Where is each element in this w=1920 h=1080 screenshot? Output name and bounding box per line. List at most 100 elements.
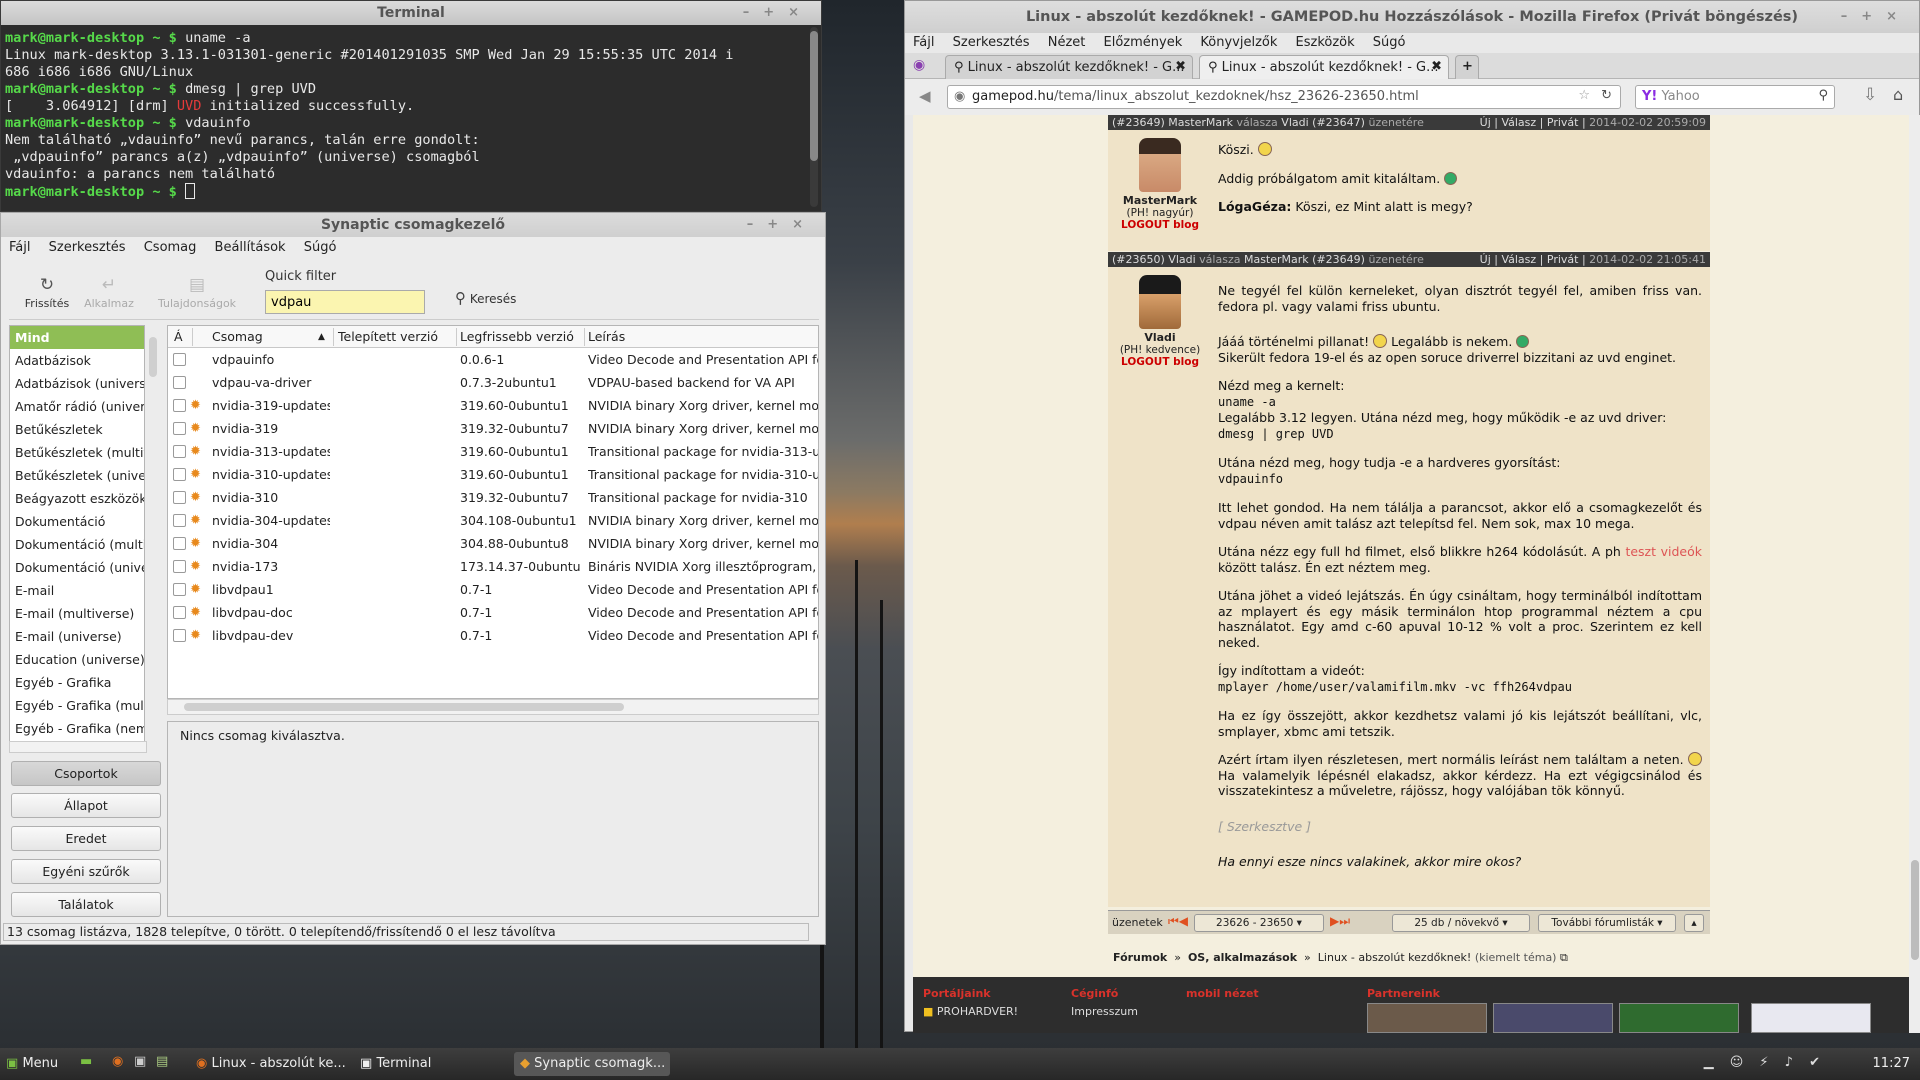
partner-banner[interactable] (1619, 1003, 1739, 1033)
partner-banner[interactable] (1751, 1003, 1871, 1033)
reply-link[interactable]: Válasz (1501, 116, 1536, 129)
category-hscrollbar[interactable] (9, 741, 147, 753)
system-tray[interactable]: ▁ ☺ ⚡ ♪ ✔ (1704, 1055, 1826, 1070)
category-item[interactable]: Adatbázisok (10, 349, 144, 372)
reload-button[interactable]: ↻ Frissítés (15, 275, 79, 310)
terminal-scrollbar[interactable] (810, 27, 818, 207)
menu-settings[interactable]: Beállítások (215, 240, 286, 255)
test-videos-link[interactable]: teszt videók (1625, 544, 1702, 559)
package-row[interactable]: ✹ libvdpau-doc 0.7-1 Video Decode and Prese… (168, 601, 818, 624)
menu-edit[interactable]: Szerkesztés (49, 240, 126, 255)
breadcrumb-os-apps[interactable]: OS, alkalmazások (1188, 951, 1297, 964)
search-button[interactable]: ⚲ Keresés (455, 289, 516, 307)
package-hscrollbar[interactable] (167, 699, 819, 715)
task-terminal[interactable]: ▣ Terminal (354, 1052, 504, 1076)
scroll-top-button[interactable]: ▴ (1684, 914, 1704, 932)
breadcrumb-forums[interactable]: Fórumok (1113, 951, 1167, 964)
custom-filters-button[interactable]: Egyéni szűrők (11, 859, 161, 884)
package-row[interactable]: ✹ libvdpau-dev 0.7-1 Video Decode and Prese… (168, 624, 818, 647)
col-latest[interactable]: Legfrissebb verzió (460, 329, 574, 344)
package-row[interactable]: ✹ nvidia-313-updates 319.60-0ubuntu1 Transi… (168, 440, 818, 463)
groups-button[interactable]: Csoportok (11, 761, 161, 786)
package-row[interactable]: vdpau-va-driver 0.7.3-2ubuntu1 VDPAU-based… (168, 371, 818, 394)
quick-filter-input[interactable] (265, 290, 425, 314)
category-item[interactable]: Egyéb - Grafika (nem szabad) (10, 717, 144, 740)
window-controls[interactable]: –+× (747, 213, 817, 237)
partner-banner[interactable] (1367, 1003, 1487, 1033)
clock[interactable]: 11:27 (1873, 1056, 1910, 1071)
per-page-select[interactable]: 25 db / növekvő ▾ (1392, 914, 1530, 932)
reply-link[interactable]: Válasz (1501, 253, 1536, 266)
files-launcher-icon[interactable]: ▤ (156, 1054, 168, 1069)
col-package[interactable]: Csomag (212, 329, 263, 344)
package-checkbox[interactable] (173, 422, 186, 435)
package-checkbox[interactable] (173, 491, 186, 504)
terminal-window[interactable]: Terminal –+× mark@mark-desktop ~ $ uname… (0, 0, 822, 212)
package-row[interactable]: ✹ nvidia-310-updates 319.60-0ubuntu1 Transi… (168, 463, 818, 486)
category-item[interactable]: Dokumentáció (10, 510, 144, 533)
firefox-launcher-icon[interactable]: ◉ (112, 1054, 123, 1069)
new-tab-button[interactable]: + (1455, 55, 1479, 79)
package-row[interactable]: ✹ nvidia-319 319.32-0ubuntu7 NVIDIA binary … (168, 417, 818, 440)
synaptic-window[interactable]: Synaptic csomagkezelő –+× Fájl Szerkeszt… (0, 212, 826, 945)
private-link[interactable]: Privát (1547, 253, 1579, 266)
tab-1[interactable]: ⚲ Linux - abszolút kezdőknek! - G... ✖ (945, 55, 1193, 79)
package-row[interactable]: ✹ nvidia-173 173.14.37-0ubuntu1 Bináris NVI… (168, 555, 818, 578)
reply-target-link[interactable]: MasterMark (1244, 253, 1309, 266)
firefox-titlebar[interactable]: Linux - abszolút kezdőknek! - GAMEPOD.hu… (905, 1, 1919, 33)
category-item[interactable]: Education (universe) (10, 648, 144, 671)
window-controls[interactable]: –+× (743, 1, 813, 25)
reply-target-link[interactable]: Vladi (1281, 116, 1308, 129)
reload-icon[interactable]: ↻ (1601, 88, 1612, 103)
package-checkbox[interactable] (173, 629, 186, 642)
synaptic-titlebar[interactable]: Synaptic csomagkezelő –+× (1, 213, 825, 237)
ff-menu-edit[interactable]: Szerkesztés (953, 35, 1030, 50)
reply-ref-link[interactable]: (#23647) (1312, 116, 1365, 129)
package-checkbox[interactable] (173, 583, 186, 596)
author-blog-link[interactable]: LOGOUT blog (1108, 356, 1212, 368)
more-forums-select[interactable]: További fórumlisták ▾ (1538, 914, 1676, 932)
search-results-button[interactable]: Találatok (11, 892, 161, 917)
start-menu-button[interactable]: ▣ Menu (6, 1056, 58, 1071)
task-synaptic[interactable]: ◆ Synaptic csomagk... (514, 1052, 670, 1076)
post-author-link[interactable]: Vladi (1168, 253, 1195, 266)
package-checkbox[interactable] (173, 468, 186, 481)
category-item[interactable]: Dokumentáció (universe) (10, 556, 144, 579)
ff-menu-view[interactable]: Nézet (1048, 35, 1086, 50)
tab-2-active[interactable]: ⚲ Linux - abszolút kezdőknek! - G... ✖ (1199, 55, 1449, 79)
ff-menu-tools[interactable]: Eszközök (1296, 35, 1355, 50)
breadcrumb-topic[interactable]: Linux - abszolút kezdőknek! (1318, 951, 1472, 964)
category-item[interactable]: E-mail (multiverse) (10, 602, 144, 625)
ff-menu-bookmarks[interactable]: Könyvjelzők (1200, 35, 1277, 50)
author-name[interactable]: MasterMark (1108, 194, 1212, 207)
col-installed[interactable]: Telepített verzió (338, 329, 438, 344)
package-checkbox[interactable] (173, 353, 186, 366)
bookmark-star-icon[interactable]: ☆ (1578, 88, 1590, 103)
category-item[interactable]: Egyéb - Grafika (multiverse) (10, 694, 144, 717)
package-row[interactable]: vdpauinfo 0.0.6-1 Video Decode and Present… (168, 348, 818, 371)
window-controls[interactable]: –+× (1841, 1, 1911, 33)
category-item[interactable]: Betűkészletek (10, 418, 144, 441)
category-item[interactable]: Mind (10, 326, 144, 349)
package-row[interactable]: ✹ nvidia-304 304.88-0ubuntu8 NVIDIA binary … (168, 532, 818, 555)
col-status[interactable]: Á (174, 329, 183, 344)
home-icon[interactable]: ⌂ (1893, 85, 1903, 104)
ff-menu-history[interactable]: Előzmények (1104, 35, 1183, 50)
package-checkbox[interactable] (173, 445, 186, 458)
partner-banner[interactable] (1493, 1003, 1613, 1033)
status-button[interactable]: Állapot (11, 793, 161, 818)
reply-ref-link[interactable]: (#23649) (1312, 253, 1365, 266)
properties-button[interactable]: ▤ Tulajdonságok (151, 275, 243, 310)
package-row[interactable]: ✹ nvidia-310 319.32-0ubuntu7 Transitional p… (168, 486, 818, 509)
edited-link[interactable]: [ Szerkesztve ] (1218, 819, 1702, 835)
back-arrow-icon[interactable]: ◀ (919, 87, 931, 105)
package-checkbox[interactable] (173, 560, 186, 573)
menu-file[interactable]: Fájl (9, 240, 30, 255)
apply-button[interactable]: ↵ Alkalmaz (77, 275, 141, 310)
task-firefox[interactable]: ◉ Linux - abszolút ke... (190, 1052, 346, 1076)
footer-mobile-link[interactable]: mobil nézet (1186, 987, 1259, 1000)
package-checkbox[interactable] (173, 376, 186, 389)
author-blog-link[interactable]: LOGOUT blog (1108, 219, 1212, 231)
search-icon[interactable]: ⚲ (1818, 88, 1828, 103)
author-name[interactable]: Vladi (1108, 331, 1212, 344)
